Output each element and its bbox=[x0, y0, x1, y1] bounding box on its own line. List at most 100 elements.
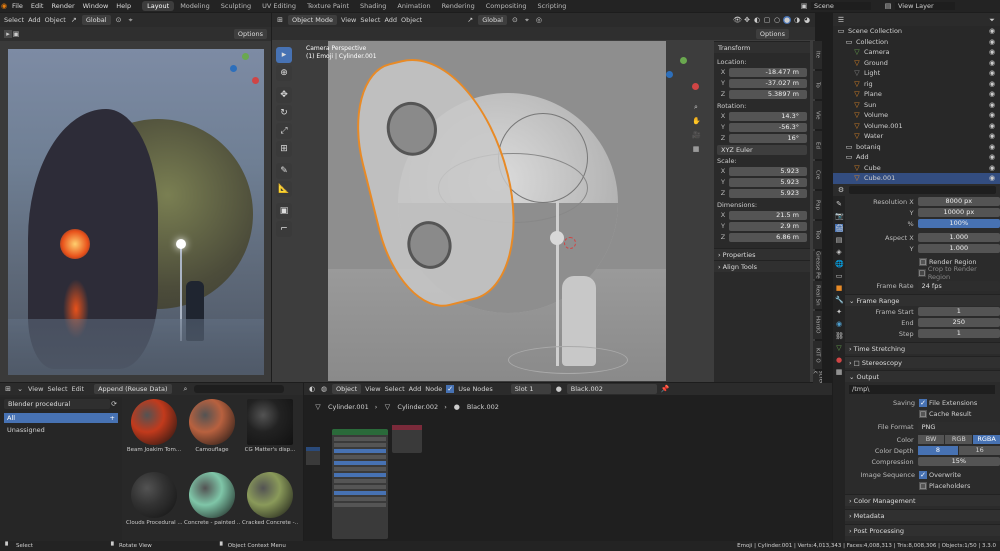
node-tree-type-icon[interactable]: ◍ bbox=[320, 385, 328, 393]
visibility-eye-icon[interactable]: ◉ bbox=[988, 90, 996, 98]
object-menu[interactable]: Object bbox=[401, 16, 422, 24]
placeholders-checkbox[interactable]: □ bbox=[919, 481, 927, 490]
node-editor[interactable]: ◐ ◍ Object View Select Add Node ✓ Use No… bbox=[304, 383, 832, 541]
dimensions-x-field[interactable]: 21.5 m bbox=[729, 210, 807, 220]
main-options-button[interactable]: Options bbox=[755, 28, 789, 39]
outliner-row[interactable]: ▽ Ground ◉ bbox=[833, 58, 1000, 69]
visibility-eye-icon[interactable]: ◉ bbox=[988, 69, 996, 77]
outliner-row[interactable]: ▽ Water ◉ bbox=[833, 131, 1000, 142]
asset-view-menu[interactable]: View bbox=[28, 385, 43, 393]
shading-solid-icon[interactable]: ● bbox=[783, 16, 791, 24]
menu-edit[interactable]: Edit bbox=[27, 2, 48, 10]
scale-tool-icon[interactable]: ⤢ bbox=[276, 123, 292, 139]
main-gizmo-z-icon[interactable] bbox=[666, 71, 673, 78]
view-menu[interactable]: View bbox=[341, 16, 356, 24]
color-rgb-option[interactable]: RGB bbox=[945, 435, 973, 444]
visibility-eye-icon[interactable]: ◉ bbox=[988, 101, 996, 109]
move-tool-icon[interactable]: ✥ bbox=[276, 87, 292, 103]
post-processing-header[interactable]: › Post Processing bbox=[845, 524, 1000, 536]
menu-render[interactable]: Render bbox=[47, 2, 78, 10]
left-nav-gizmo[interactable] bbox=[228, 53, 264, 89]
frame-step-field[interactable]: 1 bbox=[917, 329, 1000, 338]
main-viewport[interactable]: ⊞ Object Mode View Select Add Object ↗ G… bbox=[272, 13, 822, 429]
render-region-checkbox[interactable]: □ bbox=[919, 257, 927, 266]
catalog-unassigned[interactable]: Unassigned bbox=[4, 425, 118, 435]
workspace-tab-animation[interactable]: Animation bbox=[392, 1, 435, 11]
stereoscopy-header[interactable]: › □ Stereoscopy bbox=[845, 356, 1000, 368]
pin-icon[interactable]: 📌 bbox=[661, 385, 670, 393]
data-tab-icon[interactable]: ▽ bbox=[835, 344, 843, 352]
collection-tab-icon[interactable]: ▭ bbox=[835, 272, 843, 280]
resolution-y-field[interactable]: 10000 px bbox=[917, 208, 1000, 217]
metadata-header[interactable]: › Metadata bbox=[845, 509, 1000, 521]
outliner-row[interactable]: ▽ Sun ◉ bbox=[833, 100, 1000, 111]
workspace-tab-scripting[interactable]: Scripting bbox=[533, 1, 572, 11]
properties-panel-header[interactable]: › Properties bbox=[714, 248, 810, 260]
n-panel-tab[interactable]: Too bbox=[813, 221, 822, 249]
aspect-x-field[interactable]: 1.000 bbox=[917, 233, 1000, 242]
left-orientation-dropdown[interactable]: Global bbox=[81, 15, 111, 25]
tool-select-icon[interactable]: ▸ bbox=[4, 30, 12, 38]
cursor-tool-icon[interactable]: ⊕ bbox=[276, 65, 292, 81]
transform-panel-header[interactable]: Transform bbox=[714, 41, 810, 53]
slot-dropdown[interactable]: Slot 1 bbox=[510, 384, 551, 394]
n-panel-tab[interactable]: Real Sn bbox=[813, 281, 822, 309]
main-nav-gizmo[interactable] bbox=[664, 57, 704, 97]
visibility-eye-icon[interactable]: ◉ bbox=[988, 80, 996, 88]
perspective-grid-icon[interactable]: ▦ bbox=[692, 145, 700, 153]
workspace-tab-uv-editing[interactable]: UV Editing bbox=[257, 1, 301, 11]
color-depth-8-option[interactable]: 8 bbox=[917, 446, 959, 455]
dimensions-y-field[interactable]: 2.9 m bbox=[729, 221, 807, 231]
outliner-row[interactable]: ▽ Volume.001 ◉ bbox=[833, 121, 1000, 132]
zoom-icon[interactable]: ⌕ bbox=[692, 103, 700, 111]
properties-editor-icon[interactable]: ⚙ bbox=[837, 186, 845, 194]
annotate-tool-icon[interactable]: ✎ bbox=[276, 163, 292, 179]
main-orientation-dropdown[interactable]: Global bbox=[478, 15, 507, 25]
select-mode-icon[interactable]: ▣ bbox=[12, 30, 20, 38]
n-panel-tab[interactable]: Cre bbox=[813, 161, 822, 189]
visibility-eye-icon[interactable]: ◉ bbox=[988, 132, 996, 140]
asset-card[interactable]: Camouflage bbox=[184, 399, 240, 468]
output-header[interactable]: ⌄ Output bbox=[845, 370, 1000, 382]
asset-card[interactable]: Cracked Concrete -... bbox=[242, 472, 298, 541]
frame-range-header[interactable]: ⌄ Frame Range bbox=[845, 294, 1000, 306]
rotation-mode-dropdown[interactable]: XYZ Euler bbox=[717, 145, 807, 155]
n-panel-tab[interactable]: Vie bbox=[813, 101, 822, 129]
physics-tab-icon[interactable]: ◉ bbox=[835, 320, 843, 328]
object-tab-icon[interactable]: ■ bbox=[835, 284, 843, 292]
shading-wireframe-icon[interactable]: ○ bbox=[773, 16, 781, 24]
outliner-row[interactable]: ▽ Plane ◉ bbox=[833, 89, 1000, 100]
properties-search-field[interactable] bbox=[849, 186, 996, 194]
visibility-eye-icon[interactable]: ◉ bbox=[988, 164, 996, 172]
compression-slider[interactable]: 15% bbox=[917, 457, 1000, 466]
left-options-button[interactable]: Options bbox=[233, 29, 267, 39]
color-management-header[interactable]: › Color Management bbox=[845, 494, 1000, 506]
aspect-y-field[interactable]: 1.000 bbox=[917, 244, 1000, 253]
camera-view-icon[interactable]: 🎥 bbox=[692, 131, 701, 139]
scale-x-field[interactable]: 5.923 bbox=[729, 166, 807, 176]
texture-tab-icon[interactable]: ▦ bbox=[835, 368, 843, 376]
workspace-tab-compositing[interactable]: Compositing bbox=[481, 1, 532, 11]
asset-search-field[interactable] bbox=[193, 385, 284, 393]
left-select-menu[interactable]: Select bbox=[4, 16, 24, 24]
visibility-eye-icon[interactable]: ◉ bbox=[988, 111, 996, 119]
rotation-y-field[interactable]: -56.3° bbox=[729, 122, 807, 132]
asset-card[interactable]: Concrete - painted ... bbox=[184, 472, 240, 541]
breadcrumb-mesh[interactable]: Cylinder.002 bbox=[397, 403, 438, 411]
select-box-tool-icon[interactable]: ▸ bbox=[276, 47, 292, 63]
material-tab-icon[interactable]: ● bbox=[835, 356, 843, 364]
visibility-eye-icon[interactable]: ◉ bbox=[988, 59, 996, 67]
asset-editor-icon[interactable]: ⊞ bbox=[4, 385, 12, 393]
visibility-icon[interactable]: 👁 bbox=[733, 16, 742, 24]
view-layer-name[interactable]: View Layer bbox=[895, 2, 955, 10]
outliner-row[interactable]: ▽ Volume ◉ bbox=[833, 110, 1000, 121]
breadcrumb-object[interactable]: Cylinder.001 bbox=[328, 403, 369, 411]
small-input-node[interactable] bbox=[306, 447, 320, 465]
material-sphere-icon[interactable]: ● bbox=[555, 385, 563, 393]
add-menu[interactable]: Add bbox=[384, 16, 397, 24]
material-output-node[interactable] bbox=[392, 425, 422, 453]
shading-rendered-icon[interactable]: ◕ bbox=[803, 16, 811, 24]
overwrite-checkbox[interactable]: ✓ bbox=[919, 470, 927, 479]
asset-edit-menu[interactable]: Edit bbox=[72, 385, 85, 393]
constraints-tab-icon[interactable]: ⛓ bbox=[835, 332, 844, 340]
